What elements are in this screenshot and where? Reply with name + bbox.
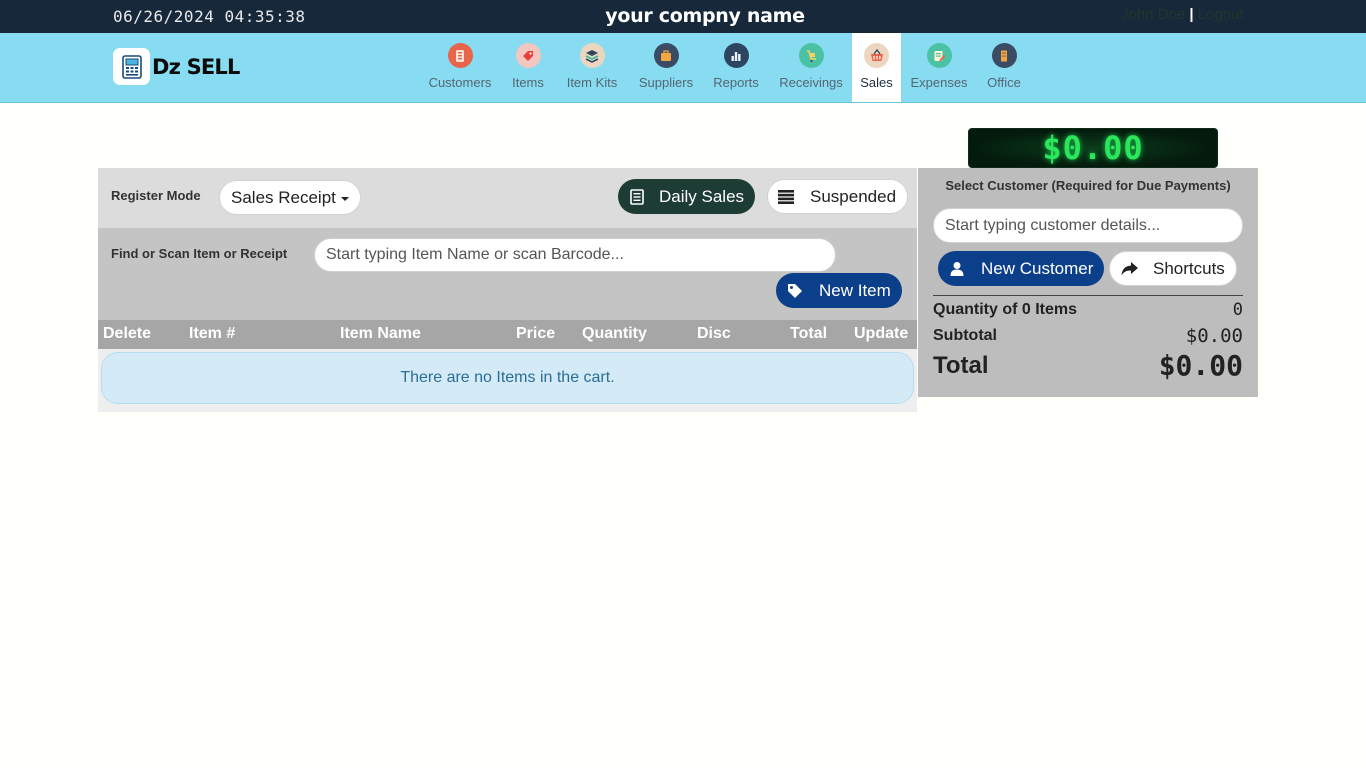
items-tag-icon bbox=[515, 43, 541, 68]
col-delete: Delete bbox=[103, 325, 152, 342]
user-name-link[interactable]: John Doe bbox=[1121, 6, 1185, 23]
item-search-input[interactable] bbox=[314, 238, 836, 272]
nav-label: Customers bbox=[428, 75, 492, 90]
new-customer-button[interactable]: New Customer bbox=[938, 251, 1105, 286]
daily-sales-button[interactable]: Daily Sales bbox=[618, 179, 756, 214]
daily-sales-label: Daily Sales bbox=[659, 186, 745, 206]
nav-office[interactable]: Office bbox=[982, 33, 1026, 102]
suspended-button[interactable]: Suspended bbox=[767, 179, 909, 214]
register-mode-value: Sales Receipt bbox=[231, 187, 336, 207]
receivings-icon bbox=[798, 43, 824, 68]
digital-total-display: $0.00 bbox=[968, 128, 1218, 168]
total-value: $0.00 bbox=[1158, 349, 1243, 382]
nav-sales[interactable]: Sales bbox=[852, 33, 901, 102]
user-box: John Doe | Logout bbox=[1121, 6, 1244, 23]
register-mode-bar: Register Mode Sales Receipt Daily Sales … bbox=[98, 168, 917, 228]
user-icon bbox=[949, 261, 965, 277]
find-item-bar: Find or Scan Item or Receipt New Item bbox=[98, 228, 917, 320]
summary-divider bbox=[933, 295, 1243, 296]
nav-label: Suppliers bbox=[638, 75, 694, 90]
office-icon bbox=[991, 43, 1017, 68]
nav-customers[interactable]: Customers bbox=[426, 33, 494, 102]
col-price: Price bbox=[516, 325, 556, 342]
sales-basket-icon bbox=[864, 43, 889, 68]
suspended-label: Suspended bbox=[810, 186, 897, 206]
shortcuts-button[interactable]: Shortcuts bbox=[1109, 251, 1237, 286]
caret-down-icon bbox=[340, 196, 349, 201]
col-update: Update bbox=[854, 325, 909, 342]
nav-label: Expenses bbox=[910, 75, 968, 90]
nav-suppliers[interactable]: Suppliers bbox=[636, 33, 696, 102]
nav-label: Items bbox=[512, 75, 544, 90]
tag-icon bbox=[787, 283, 803, 299]
col-total: Total bbox=[790, 325, 828, 342]
nav-label: Receivings bbox=[779, 75, 843, 90]
main-navbar: Dz SELL Customers Items Item Kits Suppli… bbox=[0, 33, 1366, 103]
customer-summary-panel: Select Customer (Required for Due Paymen… bbox=[918, 168, 1258, 397]
col-quantity: Quantity bbox=[582, 325, 647, 342]
logout-link[interactable]: Logout bbox=[1198, 6, 1244, 23]
new-item-button[interactable]: New Item bbox=[776, 273, 902, 308]
nav-label: Item Kits bbox=[566, 75, 618, 90]
quantity-value: 0 bbox=[1232, 300, 1243, 320]
nav-items[interactable]: Items bbox=[508, 33, 548, 102]
nav-reports[interactable]: Reports bbox=[710, 33, 762, 102]
item-kits-icon bbox=[579, 43, 605, 68]
pos-terminal-icon bbox=[113, 48, 150, 85]
customers-icon bbox=[447, 43, 473, 68]
nav-label: Sales bbox=[860, 75, 893, 90]
user-separator: | bbox=[1189, 6, 1194, 23]
reports-icon bbox=[723, 43, 749, 68]
nav-receivings[interactable]: Receivings bbox=[776, 33, 846, 102]
total-label: Total bbox=[933, 352, 989, 379]
register-panel: Register Mode Sales Receipt Daily Sales … bbox=[98, 168, 917, 412]
quantity-label: Quantity of 0 Items bbox=[933, 301, 1078, 318]
share-arrow-icon bbox=[1121, 261, 1138, 276]
find-item-label: Find or Scan Item or Receipt bbox=[111, 246, 288, 261]
new-customer-label: New Customer bbox=[981, 258, 1094, 278]
cart-table-header: Delete Item # Item Name Price Quantity D… bbox=[98, 320, 917, 349]
nav-item-kits[interactable]: Item Kits bbox=[561, 33, 623, 102]
top-bar: 06/26/2024 04:35:38 your compny name Joh… bbox=[0, 0, 1366, 33]
brand-logo[interactable]: Dz SELL bbox=[113, 48, 240, 85]
ledger-icon bbox=[630, 188, 644, 205]
subtotal-label: Subtotal bbox=[933, 327, 997, 344]
subtotal-value: $0.00 bbox=[1185, 325, 1243, 347]
new-item-label: New Item bbox=[819, 280, 891, 300]
customer-search-input[interactable] bbox=[933, 208, 1243, 243]
suppliers-icon bbox=[653, 43, 679, 68]
register-mode-select[interactable]: Sales Receipt bbox=[219, 180, 361, 215]
shortcuts-label: Shortcuts bbox=[1153, 258, 1225, 278]
brand-name: Dz SELL bbox=[152, 54, 240, 79]
register-mode-label: Register Mode bbox=[111, 188, 201, 203]
col-item-name: Item Name bbox=[340, 325, 421, 342]
expenses-icon bbox=[926, 43, 952, 68]
select-customer-title: Select Customer (Required for Due Paymen… bbox=[945, 178, 1231, 193]
col-item-number: Item # bbox=[189, 325, 236, 342]
nav-label: Office bbox=[987, 75, 1021, 90]
col-disc: Disc bbox=[697, 325, 731, 342]
nav-expenses[interactable]: Expenses bbox=[910, 33, 968, 102]
list-icon bbox=[778, 189, 794, 204]
nav-label: Reports bbox=[713, 75, 759, 90]
empty-cart-message: There are no Items in the cart. bbox=[101, 352, 914, 404]
